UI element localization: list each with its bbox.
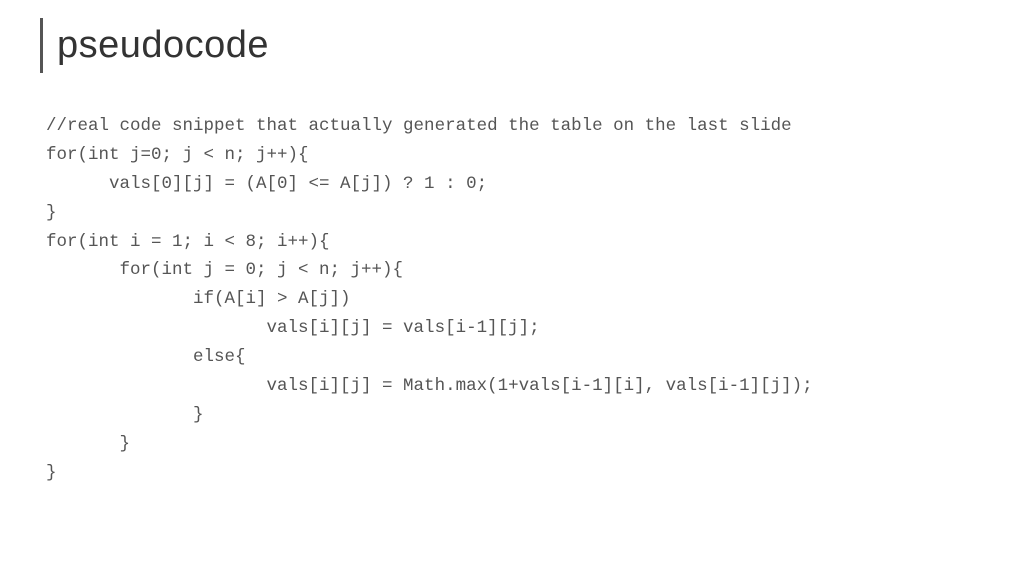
code-line: }	[46, 463, 57, 483]
code-line: }	[46, 434, 130, 454]
code-line: else{	[46, 347, 246, 367]
slide-title: pseudocode	[57, 24, 269, 67]
code-line: vals[i][j] = Math.max(1+vals[i-1][i], va…	[46, 376, 813, 396]
code-line: for(int j = 0; j < n; j++){	[46, 260, 403, 280]
code-line: }	[46, 203, 57, 223]
code-line: for(int i = 1; i < 8; i++){	[46, 232, 330, 252]
code-line: for(int j=0; j < n; j++){	[46, 145, 309, 165]
code-line: vals[i][j] = vals[i-1][j];	[46, 318, 540, 338]
title-container: pseudocode	[40, 18, 269, 73]
code-line: }	[46, 405, 204, 425]
code-block: //real code snippet that actually genera…	[46, 112, 984, 487]
code-line: if(A[i] > A[j])	[46, 289, 351, 309]
code-line: //real code snippet that actually genera…	[46, 116, 792, 136]
code-line: vals[0][j] = (A[0] <= A[j]) ? 1 : 0;	[46, 174, 487, 194]
